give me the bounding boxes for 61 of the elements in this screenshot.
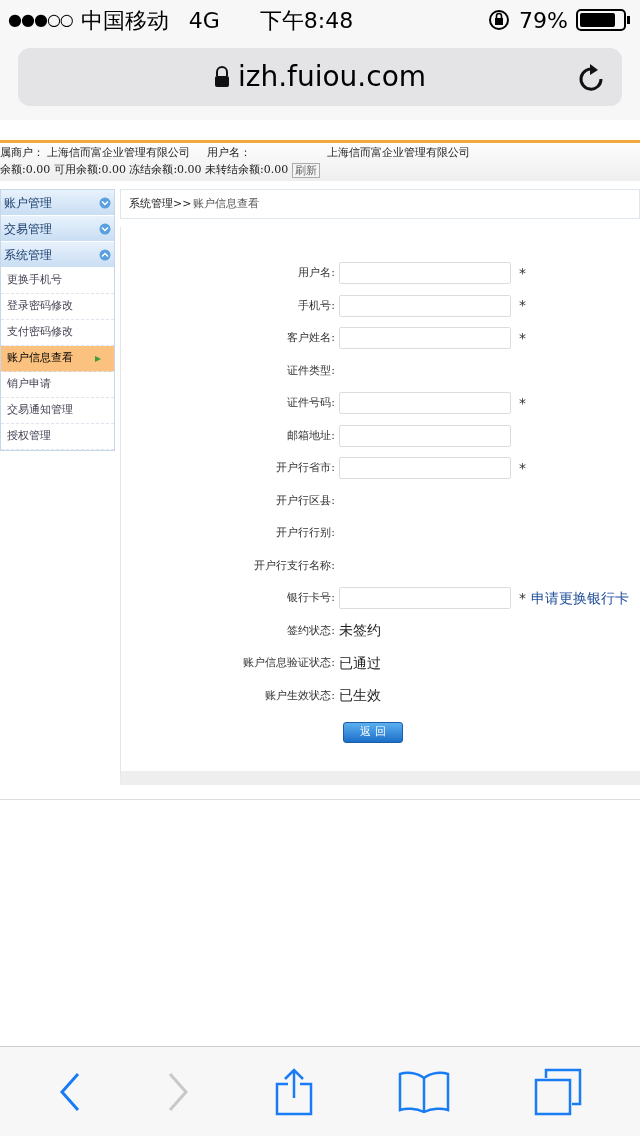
tabs-icon[interactable] (534, 1067, 582, 1116)
field-label: 邮箱地址: (286, 427, 336, 444)
field-label: 手机号: (297, 297, 336, 314)
sidebar-item[interactable]: 账户信息查看 (1, 346, 114, 372)
merchant-info-text: 属商户： 上海信而富企业管理有限公司 (0, 144, 191, 161)
url-text: izh.fuiou.com (237, 59, 427, 95)
status-value: 已生效 (339, 686, 381, 706)
balance-text: 余额:0.00 可用余额:0.00 冻结余额:0.00 未转结余额:0.00 (0, 161, 289, 178)
required-mark: * (519, 328, 526, 348)
required-mark: * (519, 393, 526, 413)
input-field[interactable] (339, 327, 511, 350)
share-icon[interactable] (274, 1067, 314, 1116)
input-field[interactable] (339, 457, 511, 480)
field-label: 开户行支行名称: (253, 557, 336, 574)
expand-icon (99, 196, 111, 209)
field-label: 账户生效状态: (264, 687, 336, 704)
sidebar-section[interactable]: 交易管理 (1, 216, 114, 242)
breadcrumb-parent: 系统管理>> (129, 195, 192, 212)
field-label: 开户行行别: (275, 525, 336, 541)
field-label: 证件号码: (286, 395, 336, 411)
field-label: 开户行省市: (275, 460, 336, 476)
status-value: 已通过 (339, 653, 381, 673)
field-label: 用户名: (297, 265, 336, 281)
sidebar-section[interactable]: 系统管理 (1, 242, 114, 268)
required-mark: * (519, 296, 526, 316)
input-field[interactable] (339, 424, 511, 447)
required-mark: * (519, 588, 526, 608)
merchant-info-text: 上海信而富企业管理有限公司 (326, 144, 470, 161)
change-card-link[interactable]: 申请更换银行卡 (531, 587, 629, 609)
input-field[interactable] (339, 294, 511, 317)
battery-icon (576, 8, 632, 32)
arrow-icon (94, 354, 102, 363)
rotation-lock-icon (487, 8, 512, 32)
collapse-icon (99, 248, 111, 261)
back-icon[interactable] (58, 1071, 82, 1112)
expand-icon (99, 222, 111, 235)
required-mark: * (519, 263, 526, 283)
clock: 下午8:48 (259, 6, 354, 35)
sidebar-section[interactable]: 账户管理 (1, 190, 114, 216)
status-value: 未签约 (339, 621, 381, 641)
field-label: 开户行区县: (275, 492, 336, 509)
forward-icon[interactable] (166, 1071, 190, 1112)
refresh-button[interactable]: 刷新 (292, 162, 321, 178)
input-field[interactable] (339, 587, 511, 610)
bookmarks-icon[interactable] (398, 1069, 450, 1114)
field-label: 签约状态: (286, 622, 336, 639)
field-label: 银行卡号: (286, 590, 336, 606)
field-label: 证件类型: (286, 362, 336, 379)
address-field[interactable]: izh.fuiou.com (18, 48, 622, 106)
lock-icon (213, 66, 230, 88)
input-field[interactable] (339, 392, 511, 415)
field-label: 账户信息验证状态: (242, 655, 336, 671)
required-mark: * (519, 458, 526, 478)
network-type: 4G (188, 6, 220, 35)
field-label: 客户姓名: (286, 330, 336, 346)
merchant-info-text: 用户名： (206, 144, 251, 161)
input-field[interactable] (339, 262, 511, 285)
signal-strength: ●●●○○ (8, 9, 73, 31)
battery-percentage: 79% (519, 6, 568, 35)
breadcrumb-current: 账户信息查看 (193, 195, 260, 212)
carrier-name: 中国移动 (80, 6, 169, 35)
